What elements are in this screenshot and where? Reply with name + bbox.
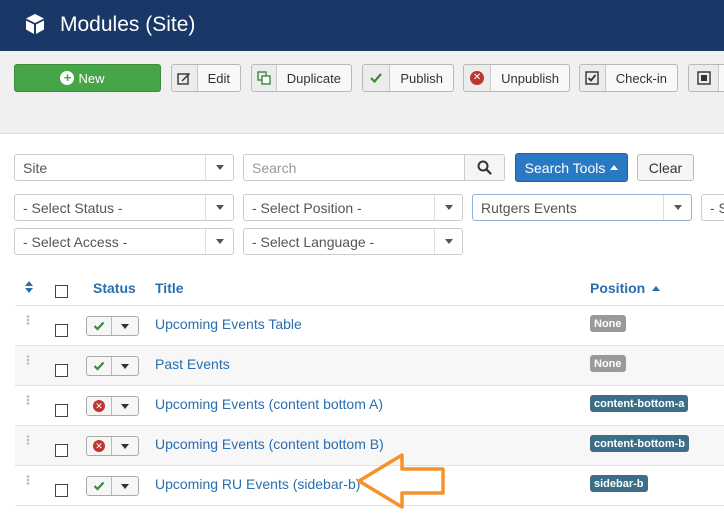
search-button[interactable] xyxy=(464,154,505,181)
module-title-link[interactable]: Upcoming Events Table xyxy=(155,316,302,332)
status-dropdown-icon[interactable] xyxy=(112,477,138,495)
drag-handle-icon[interactable] xyxy=(26,395,30,405)
row-checkbox[interactable] xyxy=(55,404,68,417)
module-title-link[interactable]: Upcoming RU Events (sidebar-b) xyxy=(155,476,360,492)
title-column-header[interactable]: Title xyxy=(155,280,184,296)
drag-handle-icon[interactable] xyxy=(26,315,30,325)
status-toggle[interactable] xyxy=(86,316,139,336)
search-icon xyxy=(477,160,492,175)
drag-handle-icon[interactable] xyxy=(26,435,30,445)
status-dropdown-icon[interactable] xyxy=(112,357,138,375)
sort-asc-icon xyxy=(652,286,661,291)
annotation-arrow-icon xyxy=(357,453,445,509)
status-toggle[interactable]: ✕ xyxy=(86,396,139,416)
table-row: ✕ Upcoming Events (content bottom A) con… xyxy=(15,385,724,425)
type-select[interactable]: - S xyxy=(701,194,724,221)
chevron-down-icon xyxy=(434,229,462,254)
page-title: Modules (Site) xyxy=(60,13,196,36)
chevron-down-icon xyxy=(205,195,233,220)
published-check-icon[interactable] xyxy=(87,357,112,375)
checkbox-checked-icon xyxy=(580,65,606,91)
drag-handle-icon[interactable] xyxy=(26,355,30,365)
position-badge: content-bottom-a xyxy=(590,395,689,412)
chevron-down-icon xyxy=(434,195,462,220)
chevron-down-icon xyxy=(205,155,233,180)
position-badge: sidebar-b xyxy=(590,475,648,492)
search-tools-button[interactable]: Search Tools xyxy=(515,153,628,182)
duplicate-button[interactable]: Duplicate xyxy=(251,64,352,92)
clear-button[interactable]: Clear xyxy=(637,154,694,181)
toolbar: + New Edit Duplicate Publish ✕ Unpublish… xyxy=(0,51,724,134)
status-toggle[interactable]: ✕ xyxy=(86,436,139,456)
status-select[interactable]: - Select Status - xyxy=(14,194,234,221)
edit-button[interactable]: Edit xyxy=(171,64,241,92)
module-title-link[interactable]: Upcoming Events (content bottom B) xyxy=(155,436,384,452)
select-all-checkbox[interactable] xyxy=(55,285,68,298)
published-check-icon[interactable] xyxy=(87,317,112,335)
drag-handle-icon[interactable] xyxy=(26,475,30,485)
language-select[interactable]: - Select Language - xyxy=(243,228,463,255)
position-column-header[interactable]: Position xyxy=(590,280,661,296)
row-checkbox[interactable] xyxy=(55,364,68,377)
status-column-header[interactable]: Status xyxy=(93,280,136,296)
client-select[interactable]: Site xyxy=(14,154,234,181)
table-row: Past Events None xyxy=(15,345,724,385)
plus-icon: + xyxy=(60,71,75,85)
chevron-down-icon xyxy=(663,195,691,220)
checkin-button[interactable]: Check-in xyxy=(579,64,678,92)
row-checkbox[interactable] xyxy=(55,444,68,457)
status-dropdown-icon[interactable] xyxy=(112,397,138,415)
module-select[interactable]: Rutgers Events xyxy=(472,194,692,221)
edit-icon xyxy=(172,65,198,91)
new-button[interactable]: + New xyxy=(14,64,161,92)
status-dropdown-icon[interactable] xyxy=(112,437,138,455)
position-badge: None xyxy=(590,355,626,372)
position-select[interactable]: - Select Position - xyxy=(243,194,463,221)
publish-button[interactable]: Publish xyxy=(362,64,454,92)
unpublished-x-icon[interactable]: ✕ xyxy=(87,437,112,455)
cube-icon xyxy=(26,14,44,34)
status-toggle[interactable] xyxy=(86,356,139,376)
copy-icon xyxy=(252,65,277,91)
table-row: Upcoming Events Table None xyxy=(15,305,724,345)
more-toolbar-button[interactable] xyxy=(688,64,724,92)
row-checkbox[interactable] xyxy=(55,484,68,497)
position-badge: None xyxy=(590,315,626,332)
status-toggle[interactable] xyxy=(86,476,139,496)
row-checkbox[interactable] xyxy=(55,324,68,337)
search-input[interactable] xyxy=(243,154,465,181)
position-badge: content-bottom-b xyxy=(590,435,690,452)
module-title-link[interactable]: Past Events xyxy=(155,356,230,372)
check-icon xyxy=(363,65,391,91)
x-circle-icon: ✕ xyxy=(464,65,492,91)
module-title-link[interactable]: Upcoming Events (content bottom A) xyxy=(155,396,383,412)
square-icon xyxy=(689,65,719,91)
page-header: Modules (Site) xyxy=(0,0,724,51)
status-dropdown-icon[interactable] xyxy=(112,317,138,335)
sort-icon[interactable] xyxy=(24,280,34,294)
caret-up-icon xyxy=(610,165,619,170)
unpublished-x-icon[interactable]: ✕ xyxy=(87,397,112,415)
unpublish-button[interactable]: ✕ Unpublish xyxy=(463,64,570,92)
chevron-down-icon xyxy=(205,229,233,254)
published-check-icon[interactable] xyxy=(87,477,112,495)
access-select[interactable]: - Select Access - xyxy=(14,228,234,255)
